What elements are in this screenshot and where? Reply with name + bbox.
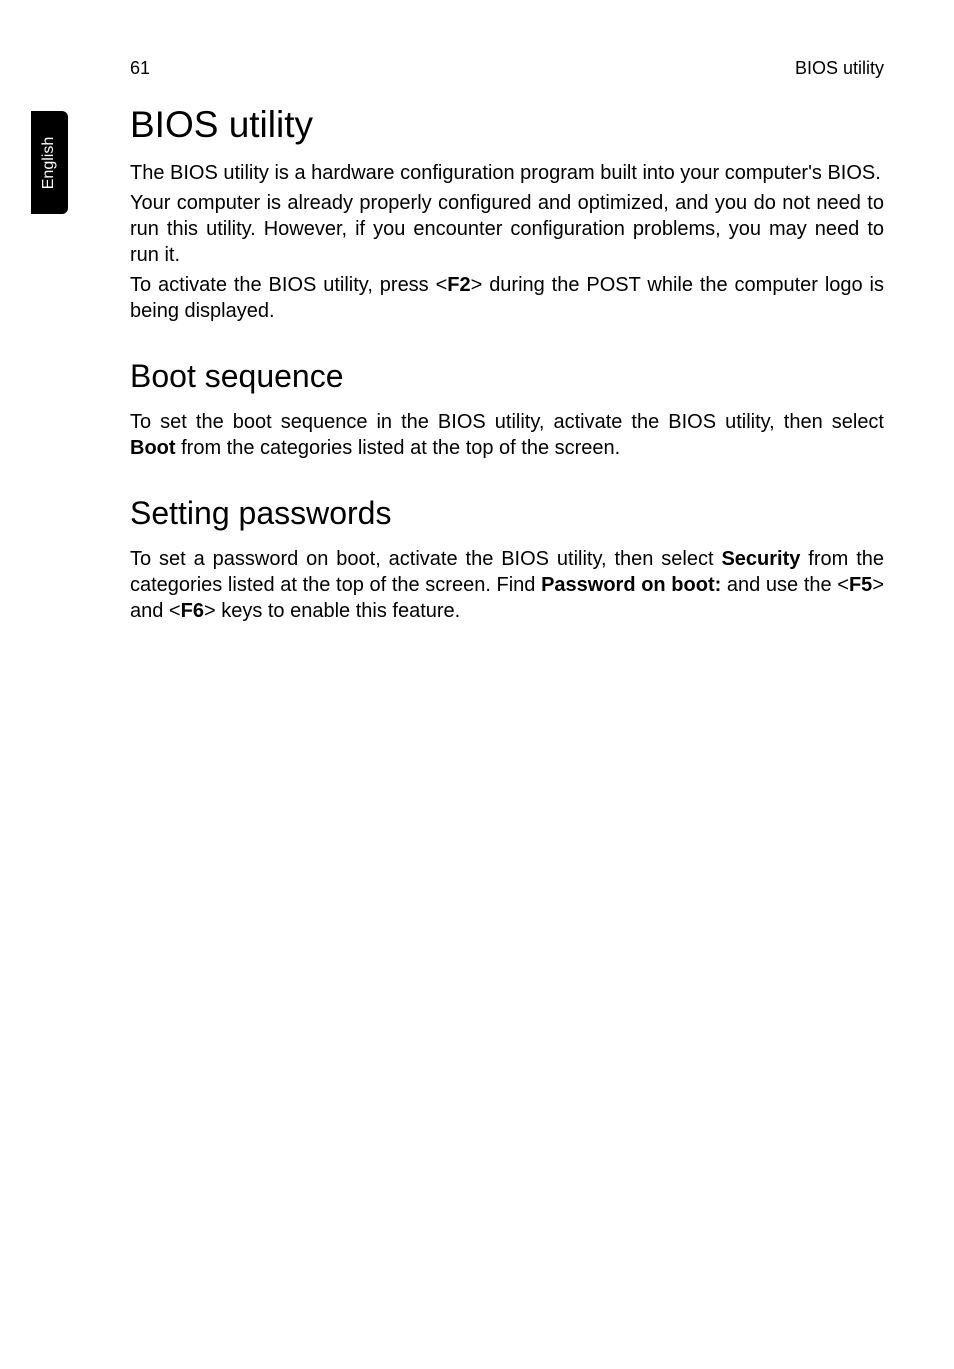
text-fragment: from the categories listed at the top of… (176, 437, 621, 459)
text-fragment: To set a password on boot, activate the … (130, 548, 721, 570)
menu-boot: Boot (130, 437, 176, 459)
key-f2: F2 (447, 274, 470, 296)
key-f5: F5 (849, 574, 872, 596)
page-content: BIOS utility The BIOS utility is a hardw… (130, 104, 884, 628)
page-title: BIOS utility (130, 104, 884, 146)
intro-paragraph-1: The BIOS utility is a hardware configura… (130, 160, 884, 186)
page-header: 61 BIOS utility (130, 58, 884, 79)
language-tab-label: English (41, 136, 59, 188)
language-tab: English (31, 111, 68, 214)
header-section-label: BIOS utility (795, 58, 884, 79)
boot-sequence-paragraph: To set the boot sequence in the BIOS uti… (130, 409, 884, 461)
boot-sequence-heading: Boot sequence (130, 358, 884, 395)
text-fragment: and use the < (721, 574, 849, 596)
intro-paragraph-2: Your computer is already properly config… (130, 190, 884, 268)
menu-security: Security (721, 548, 800, 570)
page-container: English 61 BIOS utility BIOS utility The… (0, 0, 954, 1369)
option-password-on-boot: Password on boot: (541, 574, 721, 596)
page-number: 61 (130, 58, 150, 79)
text-fragment: > keys to enable this feature. (204, 600, 460, 622)
text-fragment: To set the boot sequence in the BIOS uti… (130, 411, 884, 433)
intro-paragraph-3: To activate the BIOS utility, press <F2>… (130, 272, 884, 324)
text-fragment: To activate the BIOS utility, press < (130, 274, 447, 296)
key-f6: F6 (181, 600, 204, 622)
setting-passwords-paragraph: To set a password on boot, activate the … (130, 546, 884, 624)
setting-passwords-heading: Setting passwords (130, 495, 884, 532)
